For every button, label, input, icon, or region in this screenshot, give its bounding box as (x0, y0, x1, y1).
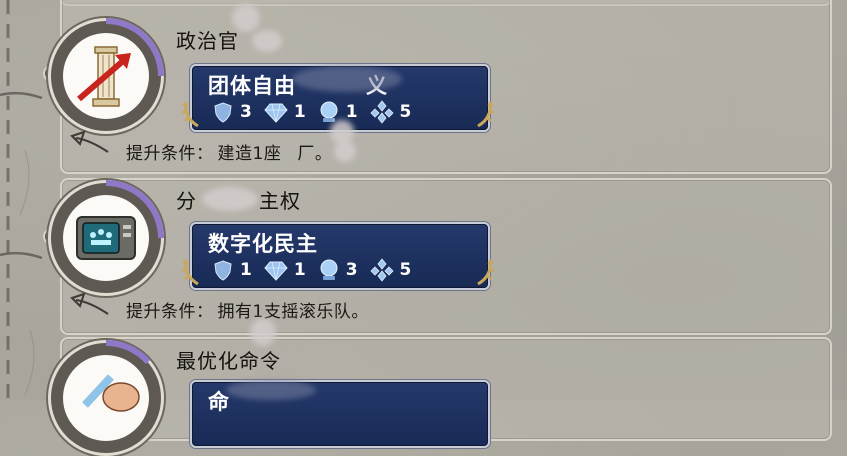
blur-mask (334, 140, 356, 162)
condition-tail: 厂。 (297, 144, 333, 164)
condition-value: 建造1座 (217, 144, 282, 164)
policy-card-2-name: 数字化民主 (208, 232, 318, 256)
blur-mask (250, 318, 276, 346)
policy-card-2-stats: 1 1 3 5 (212, 258, 423, 282)
condition-label: 提升条件： (126, 144, 214, 164)
stat-value: 3 (345, 260, 358, 280)
stat-value: 5 (399, 102, 412, 122)
diamond-icon (264, 261, 288, 281)
stat-item: 5 (369, 100, 412, 124)
right-laurel-icon (477, 259, 494, 286)
stat-value: 5 (399, 260, 412, 280)
orb-icon (320, 259, 338, 280)
blur-mask (252, 30, 282, 52)
policy-card-1-stats: 3 1 1 5 (212, 100, 423, 124)
policy-card-2-panel[interactable]: 数字化民主 1 1 3 5 (190, 222, 490, 290)
cluster-icon (369, 258, 394, 282)
shield-icon (214, 260, 232, 281)
left-laurel-icon (182, 259, 199, 286)
left-laurel-icon (182, 101, 199, 128)
condition-value: 拥有1支摇滚乐队。 (217, 302, 369, 322)
stat-item: 1 (264, 259, 306, 281)
stat-value: 1 (240, 260, 252, 280)
blur-mask (226, 380, 316, 400)
title-start: 分 (176, 189, 197, 213)
back-arrow-icon (70, 130, 109, 153)
cluster-icon (369, 100, 394, 124)
stat-item: 5 (369, 258, 412, 282)
diamond-icon (264, 103, 288, 123)
stat-value: 1 (345, 102, 358, 122)
stat-value: 3 (240, 102, 252, 122)
policy-card-1-title: 政治官 (176, 29, 239, 53)
stat-value: 1 (293, 260, 306, 280)
back-arrow-icon (70, 292, 109, 315)
blur-mask (292, 66, 402, 92)
shield-icon (214, 102, 232, 123)
stat-item: 3 (212, 101, 252, 123)
policy-card-1-name: 团体自由 (208, 74, 296, 98)
policy-card-1-condition: 提升条件： 建造1座 厂。 (126, 139, 332, 164)
tv-monitor-icon (63, 195, 149, 281)
pen-hand-icon (63, 355, 149, 441)
blur-mask (202, 187, 258, 211)
blur-mask (232, 4, 260, 32)
stat-item: 1 (212, 259, 252, 281)
stat-item: 3 (318, 258, 358, 282)
policy-card-3-badge (48, 340, 164, 456)
stat-item: 1 (264, 101, 306, 123)
right-laurel-icon (477, 101, 494, 128)
policy-card-3-title: 最优化命令 (176, 349, 281, 373)
title-end: 主权 (259, 189, 301, 213)
pillar-icon (63, 33, 149, 119)
condition-label: 提升条件： (126, 302, 214, 322)
policy-card-1-badge (48, 18, 164, 134)
policy-card-2-condition: 提升条件： 拥有1支摇滚乐队。 (126, 297, 369, 322)
policy-card-2-badge (48, 180, 164, 296)
stat-value: 1 (293, 102, 306, 122)
